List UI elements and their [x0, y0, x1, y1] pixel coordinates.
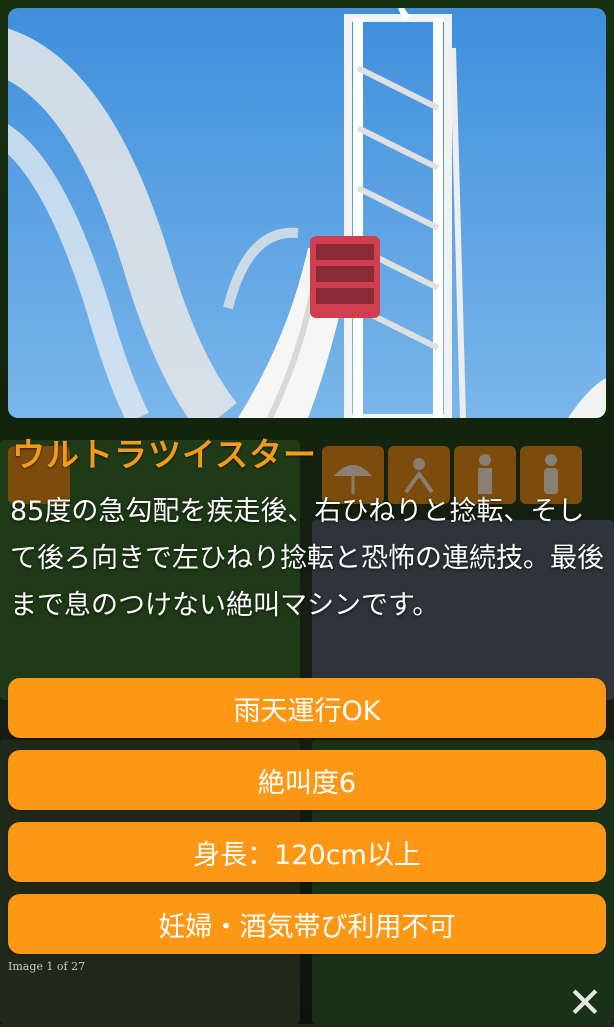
- tag-height-requirement[interactable]: 身長：120cm以上: [8, 822, 606, 882]
- tag-restrictions[interactable]: 妊婦・酒気帯び利用不可: [8, 894, 606, 954]
- tag-scream-level[interactable]: 絶叫度6: [8, 750, 606, 810]
- close-button[interactable]: ✕: [562, 977, 608, 1027]
- ride-tags: 雨天運行OK 絶叫度6 身長：120cm以上 妊婦・酒気帯び利用不可: [8, 678, 606, 966]
- roller-coaster-photo: [8, 8, 606, 418]
- ride-description: 85度の急勾配を疾走後、右ひねりと捻転、そして後ろ向きで左ひねり捻転と恐怖の連続…: [10, 496, 604, 621]
- tag-rain-ok[interactable]: 雨天運行OK: [8, 678, 606, 738]
- close-icon: ✕: [567, 977, 603, 1027]
- lightbox: ウルトラツイスター 85度の急勾配を疾走後、右ひねりと捻転、そして後ろ向きで左ひ…: [0, 0, 614, 1027]
- ride-title: ウルトラツイスター: [12, 435, 318, 474]
- image-counter: Image 1 of 27: [8, 960, 86, 973]
